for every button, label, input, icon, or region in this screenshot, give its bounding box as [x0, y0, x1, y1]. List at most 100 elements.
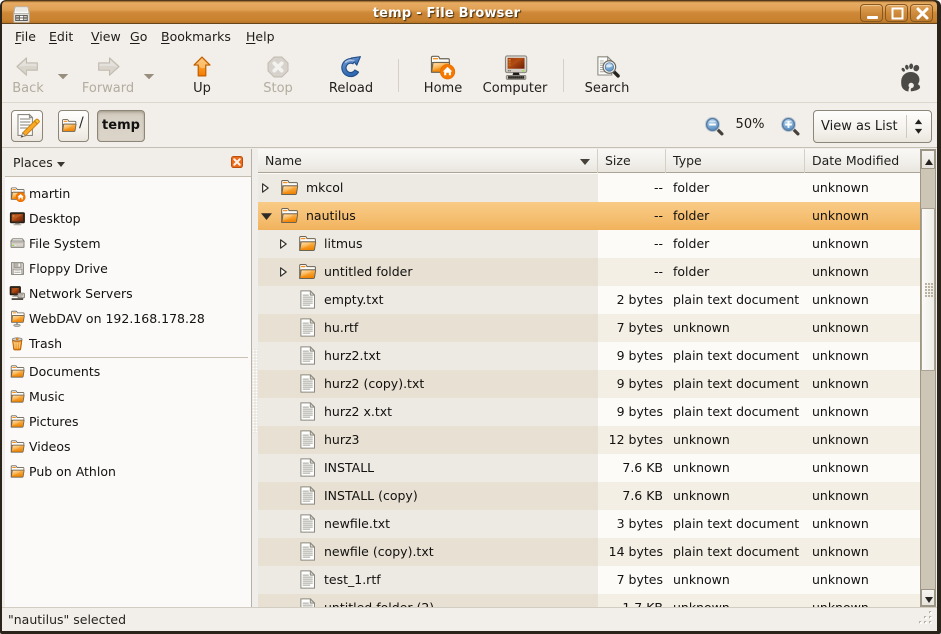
minimize-button[interactable]: [860, 4, 883, 22]
menu-file[interactable]: File: [8, 24, 43, 49]
toolbar-up-button[interactable]: Up: [167, 54, 237, 100]
file-type: unknown: [673, 482, 730, 510]
toolbar-home-button[interactable]: Home: [408, 54, 478, 100]
file-row-newfile-txt[interactable]: newfile.txt3 bytesplain text documentunk…: [258, 510, 920, 538]
desktop-icon: [9, 210, 26, 227]
stop-icon: [265, 54, 291, 80]
file-type: unknown: [673, 314, 730, 342]
sidebar-item-videos[interactable]: Videos: [5, 434, 251, 459]
computer-icon: [502, 54, 528, 80]
file-row-nautilus[interactable]: nautilus--folderunknown: [258, 202, 920, 230]
column-header-type[interactable]: Type: [666, 149, 805, 173]
file-row-hurz2-txt[interactable]: hurz2.txt9 bytesplain text documentunkno…: [258, 342, 920, 370]
file-name: test_1.rtf: [324, 566, 381, 594]
column-header-date-modified[interactable]: Date Modified: [805, 149, 920, 173]
file-row-mkcol[interactable]: mkcol--folderunknown: [258, 174, 920, 202]
scroll-down-button[interactable]: [921, 589, 935, 606]
file-date: unknown: [812, 538, 869, 566]
sidebar-item-music[interactable]: Music: [5, 384, 251, 409]
menu-go[interactable]: Go: [123, 24, 154, 49]
sidebar-mode-selector[interactable]: Places: [5, 149, 251, 177]
resize-grip[interactable]: [916, 610, 934, 628]
sidebar-item-pictures[interactable]: Pictures: [5, 409, 251, 434]
toggle-location-entry-button[interactable]: [11, 110, 43, 142]
file-row-litmus[interactable]: litmus--folderunknown: [258, 230, 920, 258]
file-size: 7 bytes: [543, 566, 663, 594]
spinner-arrows-icon: [912, 118, 925, 135]
expander-expanded-icon[interactable]: [260, 212, 273, 221]
file-type: folder: [673, 230, 709, 258]
zoom-out-button[interactable]: [702, 114, 724, 136]
sidebar-item-martin[interactable]: martin: [5, 181, 251, 206]
close-button[interactable]: [910, 4, 933, 22]
file-row-hurz3[interactable]: hurz312 bytesunknownunknown: [258, 426, 920, 454]
menu-view[interactable]: View: [84, 24, 128, 49]
column-header-name[interactable]: Name: [258, 149, 598, 173]
sidebar-item-desktop[interactable]: Desktop: [5, 206, 251, 231]
sidebar-item-trash[interactable]: Trash: [5, 331, 251, 356]
home-folder-icon: [9, 185, 26, 202]
forward-history-dropdown[interactable]: [141, 68, 157, 84]
sidebar-item-label: Floppy Drive: [29, 256, 108, 281]
file-name: newfile.txt: [324, 510, 390, 538]
sidebar-item-network-servers[interactable]: Network Servers: [5, 281, 251, 306]
root-path-button[interactable]: /: [58, 110, 89, 142]
sidebar-close-button[interactable]: [231, 156, 243, 168]
file-row-empty-txt[interactable]: empty.txt2 bytesplain text documentunkno…: [258, 286, 920, 314]
toolbar-reload-button[interactable]: Reload: [316, 54, 386, 100]
titlebar[interactable]: temp - File Browser: [2, 0, 937, 24]
menu-edit[interactable]: Edit: [42, 24, 80, 49]
app-window: temp - File Browser FileEditViewGoBookma…: [0, 0, 941, 634]
network-icon: [9, 285, 26, 302]
toolbar-button-label: Back: [0, 81, 63, 96]
root-path-label: /: [79, 115, 84, 131]
expander-collapsed-icon[interactable]: [279, 238, 288, 250]
file-type: folder: [673, 258, 709, 286]
file-row-install-copy-[interactable]: INSTALL (copy)7.6 KBunknownunknown: [258, 482, 920, 510]
sidebar-item-floppy-drive[interactable]: Floppy Drive: [5, 256, 251, 281]
window-frame: temp - File Browser FileEditViewGoBookma…: [2, 0, 937, 631]
file-row-untitled-folder-2-[interactable]: untitled folder (2)1.7 KBunknownunknown: [258, 594, 920, 607]
divider: [906, 115, 907, 138]
sidebar-item-webdav-on-192-168-178-28[interactable]: WebDAV on 192.168.178.28: [5, 306, 251, 331]
vertical-scrollbar[interactable]: [920, 149, 936, 607]
file-size: 9 bytes: [543, 342, 663, 370]
current-path-button[interactable]: temp: [97, 110, 145, 142]
file-date: unknown: [812, 230, 869, 258]
file-type: folder: [673, 174, 709, 202]
file-row-install[interactable]: INSTALL7.6 KBunknownunknown: [258, 454, 920, 482]
sidebar-item-pub-on-athlon[interactable]: Pub on Athlon: [5, 459, 251, 484]
file-row-hurz2-copy-txt[interactable]: hurz2 (copy).txt9 bytesplain text docume…: [258, 370, 920, 398]
column-header-size[interactable]: Size: [598, 149, 666, 173]
menu-bookmarks[interactable]: Bookmarks: [154, 24, 238, 49]
back-history-dropdown[interactable]: [55, 68, 71, 84]
file-row-test-1-rtf[interactable]: test_1.rtf7 bytesunknownunknown: [258, 566, 920, 594]
scroll-up-button[interactable]: [921, 150, 935, 169]
sidebar-item-documents[interactable]: Documents: [5, 359, 251, 384]
file-name: empty.txt: [324, 286, 384, 314]
file-date: unknown: [812, 594, 869, 607]
toolbar-search-button[interactable]: Search: [572, 54, 642, 100]
toolbar-computer-button[interactable]: Computer: [480, 54, 550, 100]
file-name: hurz2.txt: [324, 342, 381, 370]
zoom-in-button[interactable]: [778, 114, 800, 136]
expander-collapsed-icon[interactable]: [261, 182, 270, 194]
menu-help[interactable]: Help: [239, 24, 282, 49]
file-row-newfile-copy-txt[interactable]: newfile (copy).txt14 bytesplain text doc…: [258, 538, 920, 566]
expander-collapsed-icon[interactable]: [279, 266, 288, 278]
scrollbar-thumb[interactable]: [921, 208, 935, 371]
file-row-hu-rtf[interactable]: hu.rtf7 bytesunknownunknown: [258, 314, 920, 342]
file-type: plain text document: [673, 538, 799, 566]
file-row-untitled-folder[interactable]: untitled folder--folderunknown: [258, 258, 920, 286]
view-mode-selector[interactable]: View as List: [813, 110, 932, 143]
trash-icon: [9, 335, 26, 352]
file-row-hurz2-x-txt[interactable]: hurz2 x.txt9 bytesplain text documentunk…: [258, 398, 920, 426]
sidebar-item-file-system[interactable]: File System: [5, 231, 251, 256]
file-type: unknown: [673, 454, 730, 482]
sidebar-item-label: Trash: [29, 331, 62, 356]
maximize-button[interactable]: [885, 4, 908, 22]
folder-icon: [9, 363, 26, 380]
arrow-down-icon: [925, 597, 933, 607]
chevron-down-icon: [57, 162, 65, 171]
reload-icon: [338, 54, 364, 80]
